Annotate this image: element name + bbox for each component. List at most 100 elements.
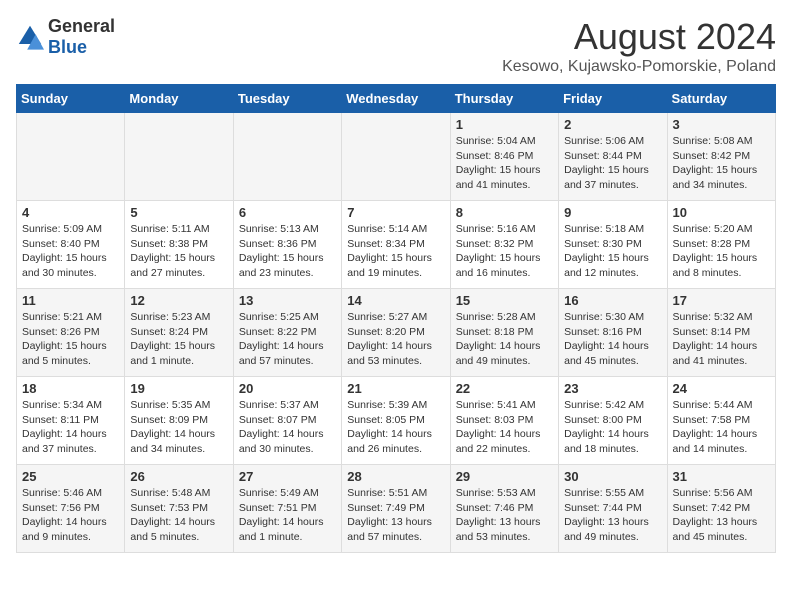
cell-week3-day6: 24Sunrise: 5:44 AM Sunset: 7:58 PM Dayli…: [667, 377, 775, 465]
day-info-8: Sunrise: 5:16 AM Sunset: 8:32 PM Dayligh…: [456, 222, 553, 281]
cell-week2-day4: 15 Sunrise: 5:28 AM Sunset: 8:18 PM Dayli…: [450, 289, 558, 377]
cell-week1-day4: 8Sunrise: 5:16 AM Sunset: 8:32 PM Daylig…: [450, 201, 558, 289]
day-number-22: 22: [456, 381, 553, 396]
day-number-20: 20: [239, 381, 336, 396]
day-number-2: 2: [564, 117, 661, 132]
header-friday: Friday: [559, 85, 667, 113]
cell-week3-day5: 23 Sunrise: 5:42 AM Sunset: 8:00 PM Dayli…: [559, 377, 667, 465]
cell-week1-day6: 10 Sunrise: 5:20 AM Sunset: 8:28 PM Dayli…: [667, 201, 775, 289]
header-saturday: Saturday: [667, 85, 775, 113]
day-info-30: Sunrise: 5:55 AM Sunset: 7:44 PM Dayligh…: [564, 486, 661, 545]
cell-week2-day6: 17 Sunrise: 5:32 AM Sunset: 8:14 PM Dayli…: [667, 289, 775, 377]
cell-week4-day5: 30 Sunrise: 5:55 AM Sunset: 7:44 PM Dayli…: [559, 465, 667, 553]
day-info-24: Sunrise: 5:44 AM Sunset: 7:58 PM Dayligh…: [673, 398, 770, 457]
logo-general: General: [48, 16, 115, 36]
cell-week3-day2: 20 Sunrise: 5:37 AM Sunset: 8:07 PM Dayli…: [233, 377, 341, 465]
cell-week4-day4: 29Sunrise: 5:53 AM Sunset: 7:46 PM Dayli…: [450, 465, 558, 553]
day-info-21: Sunrise: 5:39 AM Sunset: 8:05 PM Dayligh…: [347, 398, 444, 457]
cell-week1-day0: 4 Sunrise: 5:09 AM Sunset: 8:40 PM Daylig…: [17, 201, 125, 289]
cell-week1-day3: 7Sunrise: 5:14 AM Sunset: 8:34 PM Daylig…: [342, 201, 450, 289]
day-info-18: Sunrise: 5:34 AM Sunset: 8:11 PM Dayligh…: [22, 398, 119, 457]
day-info-26: Sunrise: 5:48 AM Sunset: 7:53 PM Dayligh…: [130, 486, 227, 545]
cell-week0-day0: [17, 113, 125, 201]
day-info-15: Sunrise: 5:28 AM Sunset: 8:18 PM Dayligh…: [456, 310, 553, 369]
cell-week2-day3: 14Sunrise: 5:27 AM Sunset: 8:20 PM Dayli…: [342, 289, 450, 377]
day-info-14: Sunrise: 5:27 AM Sunset: 8:20 PM Dayligh…: [347, 310, 444, 369]
day-number-30: 30: [564, 469, 661, 484]
cell-week1-day1: 5 Sunrise: 5:11 AM Sunset: 8:38 PM Daylig…: [125, 201, 233, 289]
logo-icon: [16, 23, 44, 51]
day-info-20: Sunrise: 5:37 AM Sunset: 8:07 PM Dayligh…: [239, 398, 336, 457]
day-info-2: Sunrise: 5:06 AM Sunset: 8:44 PM Dayligh…: [564, 134, 661, 193]
title-block: August 2024 Kesowo, Kujawsko-Pomorskie, …: [502, 16, 776, 76]
day-number-23: 23: [564, 381, 661, 396]
month-title: August 2024: [502, 16, 776, 58]
day-info-17: Sunrise: 5:32 AM Sunset: 8:14 PM Dayligh…: [673, 310, 770, 369]
day-number-17: 17: [673, 293, 770, 308]
day-number-26: 26: [130, 469, 227, 484]
header: General Blue August 2024 Kesowo, Kujawsk…: [16, 16, 776, 76]
logo-blue: Blue: [48, 37, 87, 57]
day-info-4: Sunrise: 5:09 AM Sunset: 8:40 PM Dayligh…: [22, 222, 119, 281]
day-info-25: Sunrise: 5:46 AM Sunset: 7:56 PM Dayligh…: [22, 486, 119, 545]
week-row-1: 4 Sunrise: 5:09 AM Sunset: 8:40 PM Daylig…: [17, 201, 776, 289]
cell-week3-day0: 18 Sunrise: 5:34 AM Sunset: 8:11 PM Dayli…: [17, 377, 125, 465]
day-number-18: 18: [22, 381, 119, 396]
day-info-16: Sunrise: 5:30 AM Sunset: 8:16 PM Dayligh…: [564, 310, 661, 369]
day-number-4: 4: [22, 205, 119, 220]
day-info-19: Sunrise: 5:35 AM Sunset: 8:09 PM Dayligh…: [130, 398, 227, 457]
cell-week0-day5: 2 Sunrise: 5:06 AM Sunset: 8:44 PM Daylig…: [559, 113, 667, 201]
logo-text: General Blue: [48, 16, 115, 58]
day-info-9: Sunrise: 5:18 AM Sunset: 8:30 PM Dayligh…: [564, 222, 661, 281]
cell-week0-day2: [233, 113, 341, 201]
day-number-13: 13: [239, 293, 336, 308]
cell-week0-day3: [342, 113, 450, 201]
day-number-9: 9: [564, 205, 661, 220]
cell-week3-day1: 19Sunrise: 5:35 AM Sunset: 8:09 PM Dayli…: [125, 377, 233, 465]
week-row-2: 11 Sunrise: 5:21 AM Sunset: 8:26 PM Dayli…: [17, 289, 776, 377]
day-info-28: Sunrise: 5:51 AM Sunset: 7:49 PM Dayligh…: [347, 486, 444, 545]
cell-week2-day2: 13 Sunrise: 5:25 AM Sunset: 8:22 PM Dayli…: [233, 289, 341, 377]
header-tuesday: Tuesday: [233, 85, 341, 113]
day-info-10: Sunrise: 5:20 AM Sunset: 8:28 PM Dayligh…: [673, 222, 770, 281]
day-number-25: 25: [22, 469, 119, 484]
day-info-23: Sunrise: 5:42 AM Sunset: 8:00 PM Dayligh…: [564, 398, 661, 457]
week-row-4: 25 Sunrise: 5:46 AM Sunset: 7:56 PM Dayli…: [17, 465, 776, 553]
day-number-1: 1: [456, 117, 553, 132]
day-info-3: Sunrise: 5:08 AM Sunset: 8:42 PM Dayligh…: [673, 134, 770, 193]
cell-week2-day0: 11 Sunrise: 5:21 AM Sunset: 8:26 PM Dayli…: [17, 289, 125, 377]
header-wednesday: Wednesday: [342, 85, 450, 113]
cell-week4-day3: 28 Sunrise: 5:51 AM Sunset: 7:49 PM Dayli…: [342, 465, 450, 553]
cell-week0-day1: [125, 113, 233, 201]
location-title: Kesowo, Kujawsko-Pomorskie, Poland: [502, 58, 776, 76]
day-number-7: 7: [347, 205, 444, 220]
cell-week4-day2: 27Sunrise: 5:49 AM Sunset: 7:51 PM Dayli…: [233, 465, 341, 553]
cell-week4-day1: 26 Sunrise: 5:48 AM Sunset: 7:53 PM Dayli…: [125, 465, 233, 553]
logo: General Blue: [16, 16, 115, 58]
cell-week3-day4: 22Sunrise: 5:41 AM Sunset: 8:03 PM Dayli…: [450, 377, 558, 465]
day-number-5: 5: [130, 205, 227, 220]
day-number-3: 3: [673, 117, 770, 132]
week-row-0: 1Sunrise: 5:04 AM Sunset: 8:46 PM Daylig…: [17, 113, 776, 201]
cell-week0-day4: 1Sunrise: 5:04 AM Sunset: 8:46 PM Daylig…: [450, 113, 558, 201]
day-info-11: Sunrise: 5:21 AM Sunset: 8:26 PM Dayligh…: [22, 310, 119, 369]
day-number-28: 28: [347, 469, 444, 484]
day-number-10: 10: [673, 205, 770, 220]
day-info-13: Sunrise: 5:25 AM Sunset: 8:22 PM Dayligh…: [239, 310, 336, 369]
cell-week0-day6: 3 Sunrise: 5:08 AM Sunset: 8:42 PM Daylig…: [667, 113, 775, 201]
day-number-15: 15: [456, 293, 553, 308]
day-number-21: 21: [347, 381, 444, 396]
day-info-5: Sunrise: 5:11 AM Sunset: 8:38 PM Dayligh…: [130, 222, 227, 281]
day-info-12: Sunrise: 5:23 AM Sunset: 8:24 PM Dayligh…: [130, 310, 227, 369]
day-number-11: 11: [22, 293, 119, 308]
calendar-table: Sunday Monday Tuesday Wednesday Thursday…: [16, 84, 776, 553]
cell-week2-day5: 16Sunrise: 5:30 AM Sunset: 8:16 PM Dayli…: [559, 289, 667, 377]
day-info-27: Sunrise: 5:49 AM Sunset: 7:51 PM Dayligh…: [239, 486, 336, 545]
header-monday: Monday: [125, 85, 233, 113]
header-thursday: Thursday: [450, 85, 558, 113]
day-number-29: 29: [456, 469, 553, 484]
cell-week1-day5: 9 Sunrise: 5:18 AM Sunset: 8:30 PM Daylig…: [559, 201, 667, 289]
cell-week4-day0: 25 Sunrise: 5:46 AM Sunset: 7:56 PM Dayli…: [17, 465, 125, 553]
cell-week1-day2: 6Sunrise: 5:13 AM Sunset: 8:36 PM Daylig…: [233, 201, 341, 289]
cell-week4-day6: 31Sunrise: 5:56 AM Sunset: 7:42 PM Dayli…: [667, 465, 775, 553]
